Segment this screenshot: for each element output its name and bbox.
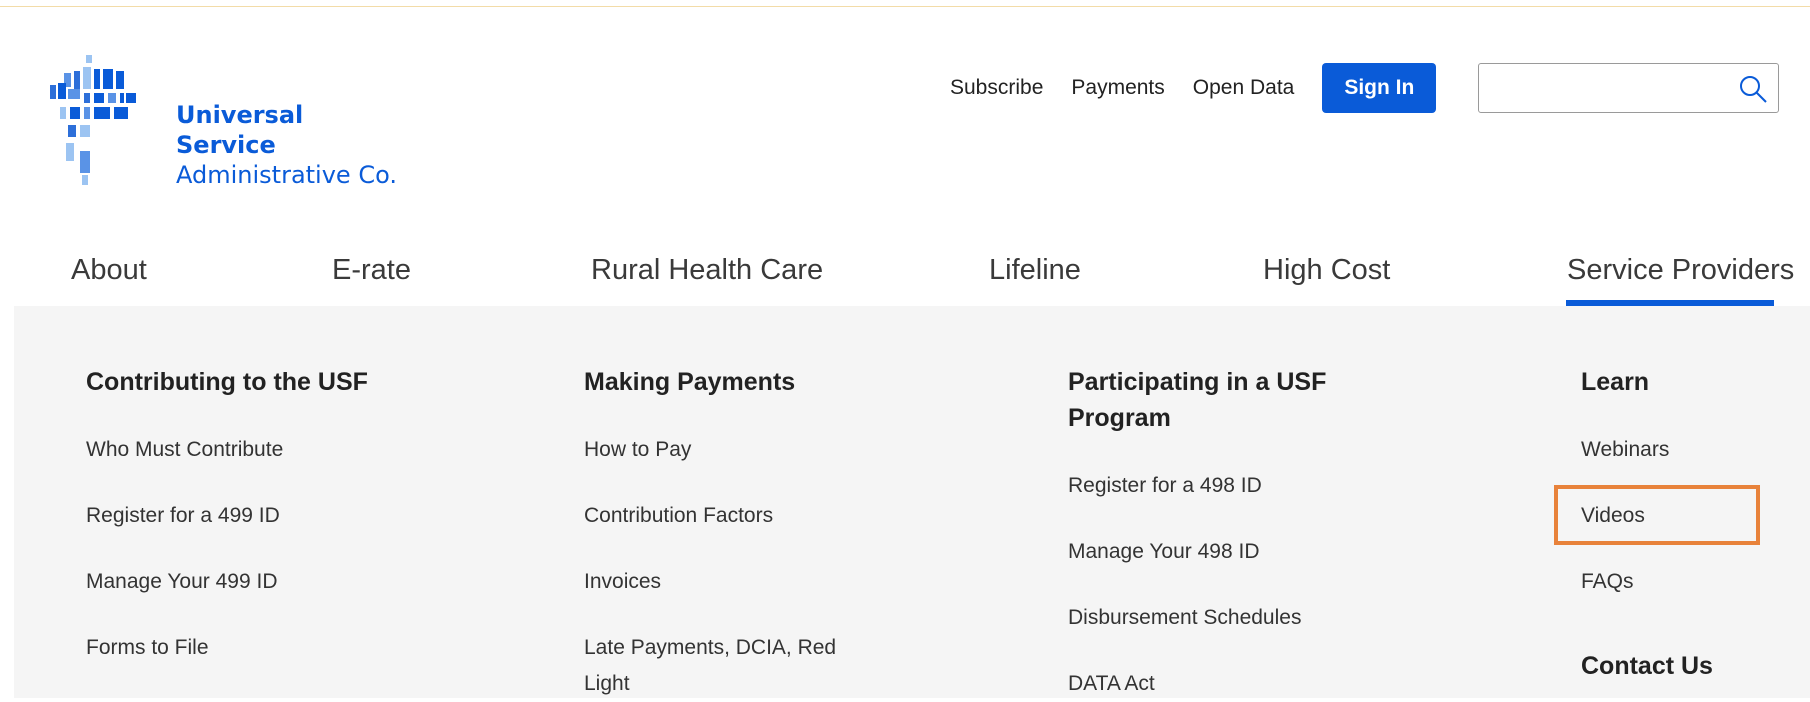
search-input[interactable] <box>1487 72 1717 104</box>
brand-name-line2: Administrative Co. <box>176 161 397 189</box>
link-late-payments[interactable]: Late Payments, DCIA, Red Light <box>584 630 864 702</box>
logo-wordmark: Universal Service Administrative Co. <box>176 100 410 190</box>
search-icon[interactable] <box>1738 74 1768 104</box>
nav-rural-health-care[interactable]: Rural Health Care <box>591 250 823 290</box>
heading-learn: Learn <box>1581 368 1650 396</box>
videos-highlight-box <box>1554 485 1760 545</box>
link-data-act[interactable]: DATA Act <box>1068 666 1155 702</box>
open-data-link[interactable]: Open Data <box>1193 76 1295 100</box>
link-manage-498[interactable]: Manage Your 498 ID <box>1068 534 1259 570</box>
utility-nav: Subscribe Payments Open Data Sign In <box>950 63 1437 113</box>
link-forms-to-file[interactable]: Forms to File <box>86 630 209 666</box>
link-faqs[interactable]: FAQs <box>1581 564 1634 600</box>
link-manage-499[interactable]: Manage Your 499 ID <box>86 564 277 600</box>
nav-service-providers[interactable]: Service Providers <box>1567 250 1794 290</box>
heading-contributing: Contributing to the USF <box>86 368 368 396</box>
link-who-must-contribute[interactable]: Who Must Contribute <box>86 432 283 468</box>
logo-mark-icon <box>50 55 136 185</box>
subscribe-link[interactable]: Subscribe <box>950 76 1043 100</box>
link-invoices[interactable]: Invoices <box>584 564 661 600</box>
top-border <box>0 6 1810 7</box>
active-tab-underline <box>1566 300 1774 306</box>
sign-in-button[interactable]: Sign In <box>1322 63 1437 113</box>
link-register-498[interactable]: Register for a 498 ID <box>1068 468 1262 504</box>
link-webinars[interactable]: Webinars <box>1581 432 1669 468</box>
brand-name-line1: Universal Service <box>176 101 304 159</box>
link-contribution-factors[interactable]: Contribution Factors <box>584 498 773 534</box>
usac-logo[interactable]: Universal Service Administrative Co. <box>50 55 410 189</box>
heading-making-payments: Making Payments <box>584 368 796 396</box>
search-box <box>1478 63 1779 113</box>
link-register-499[interactable]: Register for a 499 ID <box>86 498 280 534</box>
nav-e-rate[interactable]: E-rate <box>332 250 411 290</box>
heading-contact-us[interactable]: Contact Us <box>1581 648 1781 684</box>
link-disbursement-schedules[interactable]: Disbursement Schedules <box>1068 600 1301 636</box>
nav-high-cost[interactable]: High Cost <box>1263 250 1390 290</box>
nav-about[interactable]: About <box>71 250 147 290</box>
heading-participating: Participating in a USF Program <box>1068 368 1327 432</box>
payments-link[interactable]: Payments <box>1071 76 1164 100</box>
nav-lifeline[interactable]: Lifeline <box>989 250 1081 290</box>
main-nav: About E-rate Rural Health Care Lifeline … <box>0 250 1810 306</box>
link-how-to-pay[interactable]: How to Pay <box>584 432 691 468</box>
